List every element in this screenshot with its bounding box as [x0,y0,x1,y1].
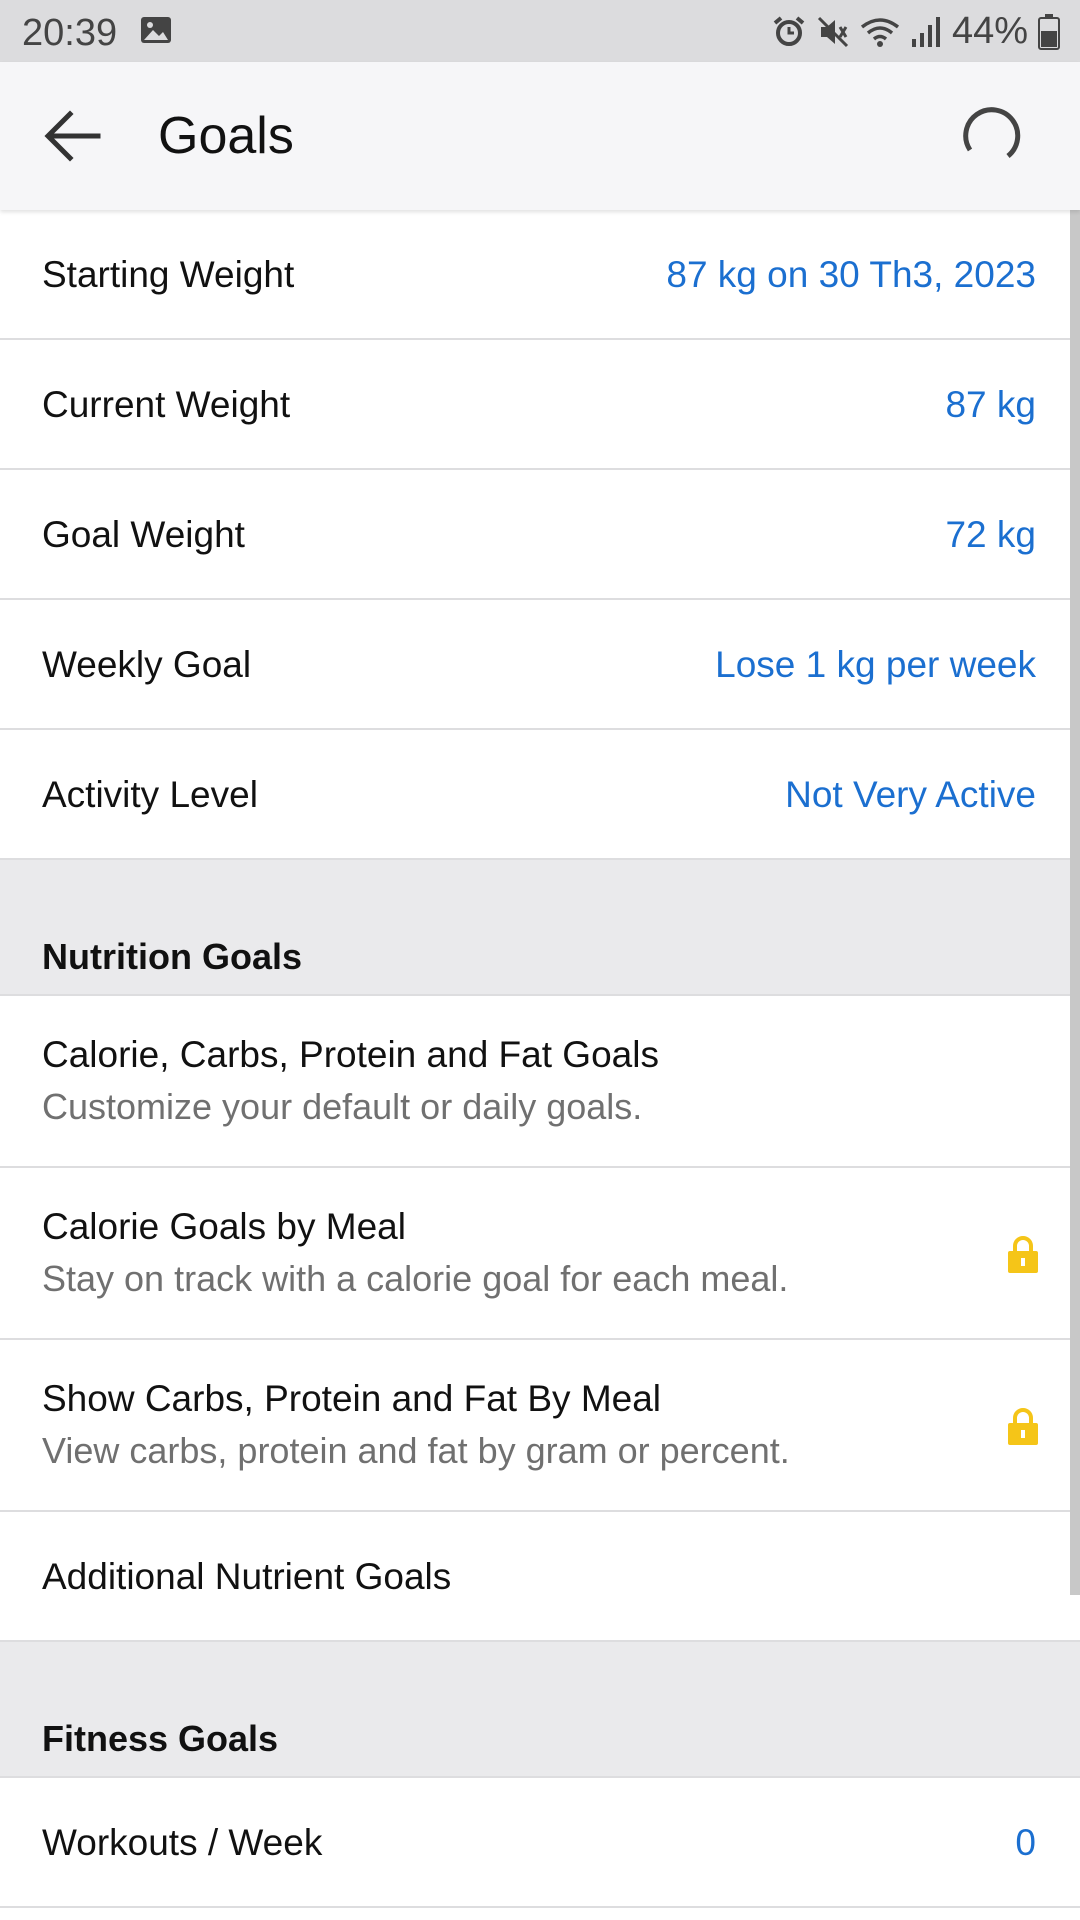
scrollbar[interactable] [1070,210,1080,1595]
row-label: Weekly Goal [42,644,252,685]
row-subtitle: Stay on track with a calorie goal for ea… [42,1258,789,1299]
status-bar: 20:39 44% [0,0,1080,62]
row-subtitle: Customize your default or daily goals. [42,1086,643,1127]
section-title: Fitness Goals [42,1718,279,1759]
row-title: Calorie, Carbs, Protein and Fat Goals [42,1034,659,1075]
row-label: Current Weight [42,384,291,425]
loading-spinner-icon [963,107,1021,158]
starting-weight-row[interactable]: Starting Weight 87 kg on 30 Th3, 2023 [0,210,1080,340]
row-value: Not Very Active [785,774,1036,815]
status-icons: 44% [772,10,1060,53]
battery-percent: 44% [951,10,1028,52]
section-title: Nutrition Goals [42,936,302,977]
row-label: Additional Nutrient Goals [42,1556,452,1597]
row-label: Goal Weight [42,514,245,555]
status-time: 20:39 [22,12,118,54]
row-title: Show Carbs, Protein and Fat By Meal [42,1378,662,1419]
activity-level-row[interactable]: Activity Level Not Very Active [0,730,1080,860]
row-label: Activity Level [42,774,258,815]
mute-icon [817,16,848,47]
row-value: 0 [1015,1822,1036,1863]
macros-by-meal-row[interactable]: Show Carbs, Protein and Fat By Meal View… [0,1340,1080,1512]
row-title: Calorie Goals by Meal [42,1206,406,1247]
goal-weight-row[interactable]: Goal Weight 72 kg [0,470,1080,600]
row-value: 72 kg [945,514,1036,555]
app-bar: Goals [0,62,1080,210]
lock-icon [1008,1236,1038,1273]
row-label: Workouts / Week [42,1822,323,1863]
row-label: Starting Weight [42,254,295,295]
workouts-per-week-row[interactable]: Workouts / Week 0 [0,1778,1080,1908]
battery-icon [1038,13,1060,50]
row-value: Lose 1 kg per week [715,644,1036,685]
macro-goals-row[interactable]: Calorie, Carbs, Protein and Fat Goals Cu… [0,996,1080,1168]
back-arrow-icon[interactable] [40,106,106,166]
additional-nutrient-goals-row[interactable]: Additional Nutrient Goals [0,1512,1080,1642]
alarm-icon [773,15,805,46]
gallery-icon [141,17,171,43]
row-subtitle: View carbs, protein and fat by gram or p… [42,1430,790,1471]
weekly-goal-row[interactable]: Weekly Goal Lose 1 kg per week [0,600,1080,730]
lock-icon [1008,1408,1038,1445]
fitness-section-header: Fitness Goals [0,1642,1080,1778]
row-value: 87 kg [945,384,1036,425]
signal-icon [911,16,940,47]
goals-list: Starting Weight 87 kg on 30 Th3, 2023 Cu… [0,210,1080,1908]
nutrition-section-header: Nutrition Goals [0,860,1080,996]
wifi-icon [860,17,900,47]
page-title: Goals [158,107,294,165]
row-value: 87 kg on 30 Th3, 2023 [666,254,1036,295]
current-weight-row[interactable]: Current Weight 87 kg [0,340,1080,470]
calorie-goals-by-meal-row[interactable]: Calorie Goals by Meal Stay on track with… [0,1168,1080,1340]
